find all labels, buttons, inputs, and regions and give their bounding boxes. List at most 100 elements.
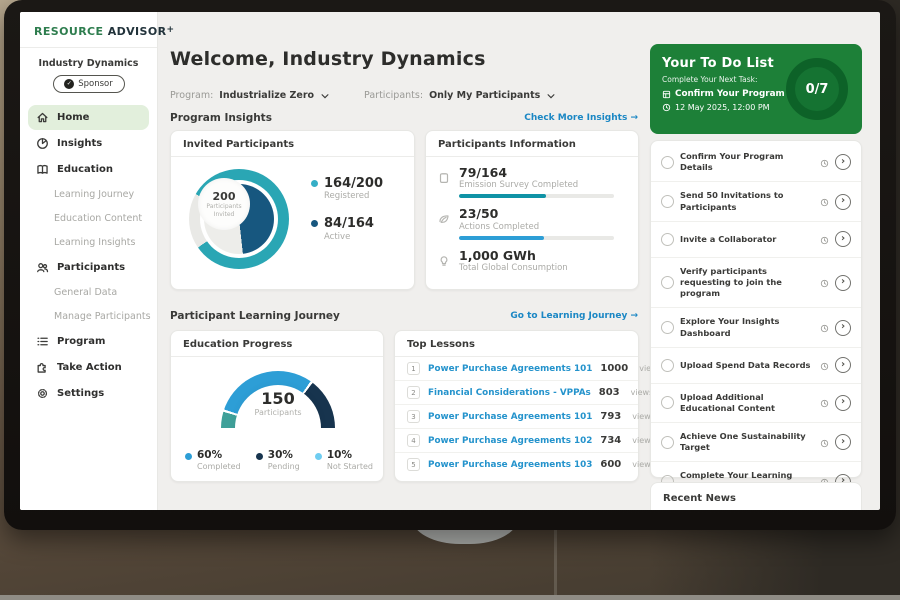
legend-value: 60% (197, 450, 241, 462)
participants-select[interactable]: Participants: Only My Participants (364, 86, 556, 105)
program-select-value: Industrialize Zero (219, 90, 314, 101)
task-go-button[interactable]: › (835, 194, 851, 210)
invited-total-label: Participants Invited (198, 203, 250, 219)
task-go-button[interactable]: › (835, 154, 851, 170)
clock-icon (820, 230, 829, 249)
learning-journey-header: Participant Learning Journey Go to Learn… (170, 310, 638, 322)
participants-select-label: Participants: (364, 90, 423, 101)
brand-primary: RESOURCE (34, 25, 103, 38)
info-label: Total Global Consumption (459, 263, 568, 273)
sidebar-item-label: Insights (57, 138, 102, 149)
todo-datetime-label: 12 May 2025, 12:00 PM (675, 103, 770, 112)
task-go-button[interactable]: › (835, 320, 851, 336)
actions-progress-bar (459, 236, 614, 240)
sidebar-item-label: Education Content (54, 213, 142, 224)
lesson-views: 734 (600, 435, 621, 446)
lesson-link[interactable]: Financial Considerations - VPPAs (428, 388, 591, 398)
task-checkbox[interactable] (661, 359, 674, 372)
lesson-rank: 3 (407, 410, 420, 423)
task-go-button[interactable]: › (835, 395, 851, 411)
sponsor-badge[interactable]: ✓ Sponsor (53, 75, 125, 93)
card-title: Top Lessons (395, 331, 638, 357)
bulb-icon (438, 249, 451, 277)
gauge-legend: 60% Completed 30% Pending 10% Not Starte… (185, 450, 373, 471)
lesson-rank: 4 (407, 434, 420, 447)
sidebar: RESOURCE ADVISOR+ Industry Dynamics ✓ Sp… (20, 12, 158, 510)
lesson-link[interactable]: Power Purchase Agreements 101 (428, 364, 592, 374)
participants-count: 150 (171, 389, 385, 408)
take-action-icon (36, 361, 49, 374)
task-row[interactable]: Send 50 Invitations to Participants › (651, 182, 861, 221)
sidebar-item-settings[interactable]: Settings (28, 381, 149, 406)
sidebar-item-general-data[interactable]: General Data (28, 281, 149, 304)
chevron-down-icon (320, 86, 330, 105)
task-checkbox[interactable] (661, 436, 674, 449)
lesson-row: 2 Financial Considerations - VPPAs 803 v… (395, 381, 638, 405)
lesson-row: 5 Power Purchase Agreements 103 600 view… (395, 453, 638, 476)
sidebar-item-manage-participants[interactable]: Manage Participants (28, 305, 149, 328)
task-checkbox[interactable] (661, 233, 674, 246)
info-label: Actions Completed (459, 222, 614, 232)
clock-icon (820, 393, 829, 412)
legend-value: 30% (268, 450, 300, 462)
participants-information-card: Participants Information 79/164 Emission… (425, 130, 639, 290)
task-label: Upload Spend Data Records (680, 360, 814, 371)
program-select[interactable]: Program: Industrialize Zero (170, 86, 330, 105)
gauge-center: 150 Participants (171, 389, 385, 417)
task-go-button[interactable]: › (835, 434, 851, 450)
sidebar-item-home[interactable]: Home (28, 105, 149, 130)
lesson-row: 4 Power Purchase Agreements 102 734 view… (395, 429, 638, 453)
sidebar-item-learning-journey[interactable]: Learning Journey (28, 183, 149, 206)
todo-progress-value: 0/7 (806, 82, 829, 97)
dashboard-screen: RESOURCE ADVISOR+ Industry Dynamics ✓ Sp… (20, 12, 880, 510)
top-lessons-card: Top Lessons 1 Power Purchase Agreements … (394, 330, 639, 482)
task-go-button[interactable]: › (835, 357, 851, 373)
info-row-actions: 23/50 Actions Completed (426, 198, 638, 239)
sidebar-item-insights[interactable]: Insights (28, 131, 149, 156)
lesson-link[interactable]: Power Purchase Agreements 103 (428, 460, 592, 470)
todo-header-card: Your To Do List Complete Your Next Task:… (650, 44, 862, 134)
lesson-link[interactable]: Power Purchase Agreements 101 (428, 412, 592, 422)
task-row[interactable]: Upload Spend Data Records › (651, 348, 861, 384)
wall-edge (554, 528, 557, 600)
task-row[interactable]: Achieve One Sustainability Target › (651, 423, 861, 462)
task-row[interactable]: Verify participants requesting to join t… (651, 258, 861, 309)
lesson-views: 1000 (600, 363, 628, 374)
sidebar-item-education[interactable]: Education (28, 157, 149, 182)
sidebar-item-program[interactable]: Program (28, 329, 149, 354)
education-icon (36, 163, 49, 176)
task-checkbox[interactable] (661, 396, 674, 409)
survey-progress-bar (459, 194, 614, 198)
task-checkbox[interactable] (661, 321, 674, 334)
task-checkbox[interactable] (661, 195, 674, 208)
lesson-views: 600 (600, 459, 621, 470)
recent-news-title: Recent News (663, 493, 736, 504)
sidebar-item-take-action[interactable]: Take Action (28, 355, 149, 380)
sidebar-item-participants[interactable]: Participants (28, 255, 149, 280)
legend-completed: 60% Completed (185, 450, 241, 471)
home-icon (36, 111, 49, 124)
sidebar-item-learning-insights[interactable]: Learning Insights (28, 231, 149, 254)
sidebar-item-label: Take Action (57, 362, 122, 373)
invited-participants-card: Invited Participants 200 Participants In… (170, 130, 415, 290)
filter-bar: Program: Industrialize Zero Participants… (170, 86, 556, 105)
task-row[interactable]: Invite a Collaborator › (651, 222, 861, 258)
go-to-learning-journey-link[interactable]: Go to Learning Journey → (510, 311, 638, 321)
clock-icon (820, 153, 829, 172)
task-row[interactable]: Upload Additional Educational Content › (651, 384, 861, 423)
task-go-button[interactable]: › (835, 275, 851, 291)
education-progress-card: Education Progress 150 Participants 60% … (170, 330, 384, 482)
lesson-link[interactable]: Power Purchase Agreements 102 (428, 436, 592, 446)
task-row[interactable]: Explore Your Insights Dashboard › (651, 308, 861, 347)
check-more-insights-link[interactable]: Check More Insights → (524, 113, 638, 123)
sidebar-nav: Home Insights Education Learning Journey… (20, 103, 157, 409)
task-go-button[interactable]: › (835, 231, 851, 247)
legend-label: Completed (197, 462, 241, 471)
sidebar-item-education-content[interactable]: Education Content (28, 207, 149, 230)
task-checkbox[interactable] (661, 276, 674, 289)
card-title: Participants Information (426, 131, 638, 157)
program-icon (36, 335, 49, 348)
task-label: Invite a Collaborator (680, 234, 814, 245)
task-row[interactable]: Confirm Your Program Details › (651, 143, 861, 182)
task-checkbox[interactable] (661, 156, 674, 169)
